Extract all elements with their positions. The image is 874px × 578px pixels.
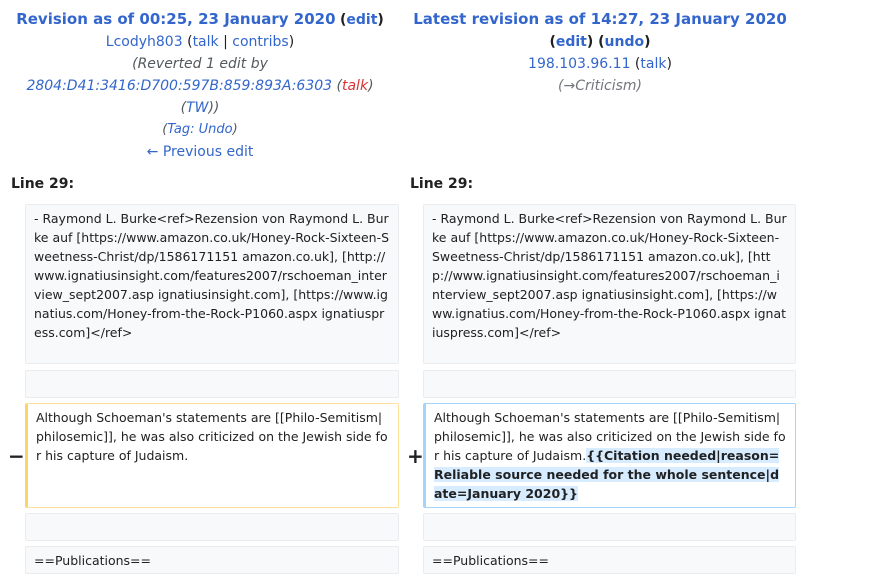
separator: | <box>223 34 228 50</box>
new-revision-user-link[interactable]: 198.103.96.11 <box>528 56 630 72</box>
new-revision-undo-link[interactable]: undo <box>605 34 645 50</box>
old-revision-user-contribs-link[interactable]: contribs <box>232 34 288 50</box>
old-revision-summary: (Reverted 1 edit by <box>132 56 268 72</box>
old-revision-user-talk-link[interactable]: talk <box>193 34 219 50</box>
new-revision-title-link[interactable]: Latest revision as of 14:27, 23 January … <box>413 10 787 28</box>
new-revision-summary: (→Criticism) <box>558 78 642 94</box>
reverted-ip-talk-link[interactable]: talk <box>342 78 368 94</box>
context-line-old: - Raymond L. Burke<ref>Rezension von Ray… <box>25 204 399 364</box>
publications-line-old: ==Publications== <box>25 546 399 574</box>
deleted-line: Although Schoeman's statements are [[Phi… <box>25 403 399 508</box>
old-revision-user-link[interactable]: Lcodyh803 <box>106 34 183 50</box>
new-revision-edit-link[interactable]: edit <box>556 34 587 50</box>
old-revision-header: Revision as of 00:25, 23 January 2020 (e… <box>0 8 400 163</box>
tag-undo-link[interactable]: Undo <box>199 122 233 137</box>
old-revision-title-link[interactable]: Revision as of 00:25, 23 January 2020 <box>16 10 335 28</box>
old-line-number: Line 29: <box>11 176 75 192</box>
publications-line-new: ==Publications== <box>423 546 796 574</box>
added-line-marker: + <box>407 444 424 468</box>
context-line-new: - Raymond L. Burke<ref>Rezension von Ray… <box>423 204 796 364</box>
new-revision-user-talk-link[interactable]: talk <box>640 56 666 72</box>
previous-edit-link[interactable]: ← Previous edit <box>147 144 254 160</box>
tag-label-link[interactable]: Tag: <box>167 122 194 137</box>
context-empty-new <box>423 370 796 398</box>
new-line-number: Line 29: <box>410 176 474 192</box>
old-revision-tags: (Tag: Undo) <box>162 122 238 137</box>
context-empty-new-2 <box>423 513 796 541</box>
old-revision-edit-link[interactable]: edit <box>346 12 377 28</box>
context-empty-old <box>25 370 399 398</box>
added-line: Although Schoeman's statements are [[Phi… <box>423 403 796 508</box>
new-revision-header: Latest revision as of 14:27, 23 January … <box>400 8 800 97</box>
deleted-line-marker: − <box>8 444 25 468</box>
section-link[interactable]: Criticism <box>575 78 636 94</box>
context-empty-old-2 <box>25 513 399 541</box>
reverted-ip-link[interactable]: 2804:D41:3416:D700:597B:859:893A:6303 <box>26 78 332 94</box>
twinkle-link[interactable]: TW <box>186 100 208 116</box>
